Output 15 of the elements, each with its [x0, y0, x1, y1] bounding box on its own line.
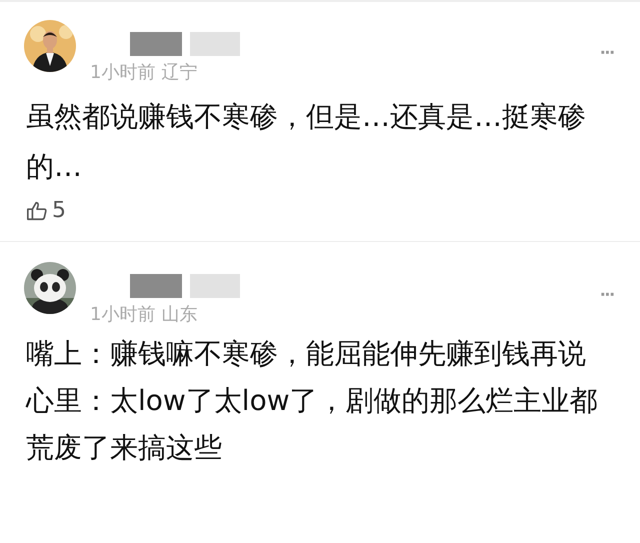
comment-text: 嘴上：赚钱嘛不寒碜，能屈能伸先赚到钱再说 — [26, 336, 587, 372]
more-button[interactable]: ··· — [600, 284, 614, 307]
comment-time: 1小时前 — [90, 61, 156, 84]
blurred-name — [190, 32, 240, 56]
comment-location: 山东 — [161, 303, 198, 326]
more-button[interactable]: ··· — [600, 42, 614, 65]
thumbs-up-icon[interactable] — [26, 200, 48, 222]
comment-time: 1小时前 — [90, 303, 156, 326]
comment-location: 辽宁 — [161, 61, 198, 84]
blurred-name — [190, 274, 240, 298]
comment-text: 虽然都说赚钱不寒碜，但是…还真是…挺寒碜的… — [26, 99, 587, 185]
blurred-name — [130, 274, 182, 298]
comment-text: 心里：太low了太low了，剧做的那么烂主业都荒废了来搞这些 — [26, 383, 599, 466]
blurred-name — [130, 32, 182, 56]
like-count: 5 — [52, 198, 66, 223]
